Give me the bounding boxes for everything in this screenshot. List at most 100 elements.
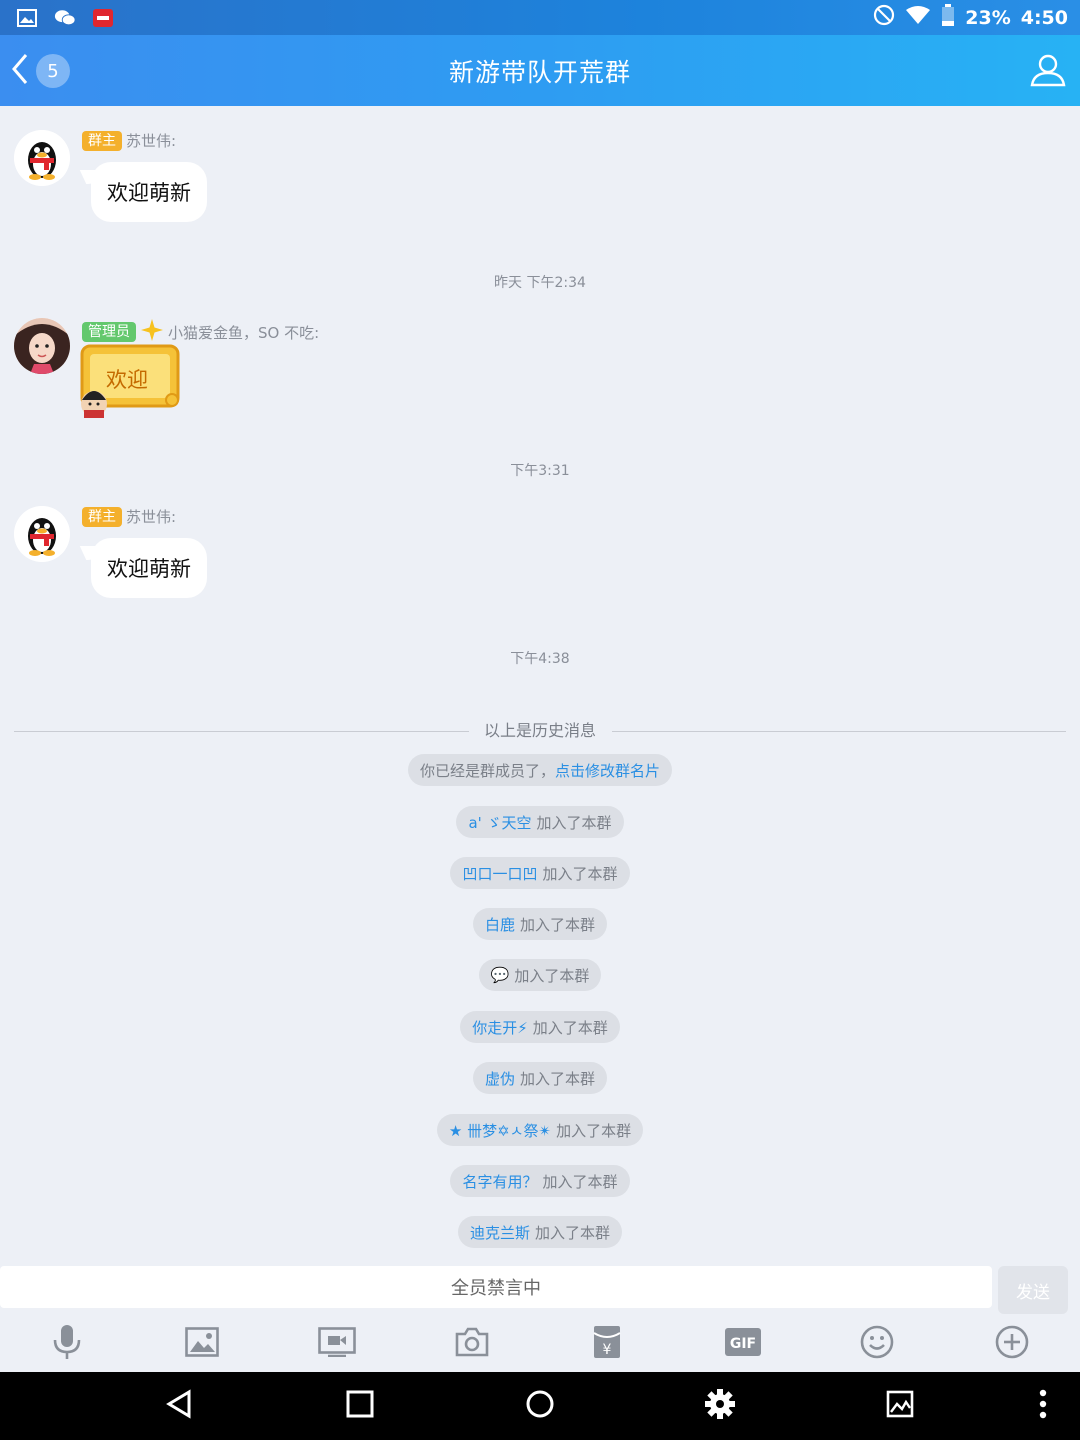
- join-notice-row: 白鹿 加入了本群: [0, 908, 1080, 940]
- status-bar: 23% 4:50: [0, 0, 1080, 35]
- chat-area[interactable]: 群主 苏世伟: 欢迎萌新 昨天 下午2:34 管理员 小猫爱金鱼，SO 不吃: …: [0, 106, 1080, 1266]
- more-tools-button[interactable]: [984, 1316, 1040, 1372]
- join-notice: 迪克兰斯 加入了本群: [457, 1216, 623, 1248]
- join-suffix: 加入了本群: [532, 1018, 608, 1037]
- join-notice: a' ゞ天空 加入了本群: [456, 806, 624, 838]
- join-notice: 💬 加入了本群: [478, 959, 602, 991]
- no-disturb-icon: [873, 4, 895, 31]
- video-call-button[interactable]: [309, 1316, 365, 1372]
- join-notice-row: 你走开⚡ 加入了本群: [0, 1011, 1080, 1043]
- system-notice: 你已经是群成员了， 点击修改群名片: [407, 754, 673, 786]
- join-notice-row: 名字有用？ 加入了本群: [0, 1165, 1080, 1197]
- microphone-icon: [51, 1324, 83, 1364]
- voice-button[interactable]: [39, 1316, 95, 1372]
- system-notice-text: 你已经是群成员了，: [419, 761, 555, 780]
- nav-home-button[interactable]: [516, 1382, 564, 1430]
- message-bubble[interactable]: 欢迎萌新: [91, 538, 207, 598]
- member-name[interactable]: 名字有用？: [462, 1171, 537, 1192]
- news-app-icon: [92, 8, 114, 28]
- recents-icon: [346, 1390, 374, 1422]
- join-notice: 虚伪 加入了本群: [472, 1062, 608, 1094]
- chevron-left-icon: [10, 53, 30, 89]
- message-input[interactable]: 全员禁言中: [0, 1266, 992, 1308]
- join-notice-row: 虚伪 加入了本群: [0, 1062, 1080, 1094]
- nav-gallery-button[interactable]: [876, 1382, 924, 1430]
- group-members-button[interactable]: [1028, 51, 1068, 91]
- video-call-icon: [318, 1327, 356, 1361]
- join-suffix: 加入了本群: [556, 1121, 632, 1140]
- more-icon: [1039, 1389, 1047, 1423]
- red-packet-icon: ¥: [593, 1325, 621, 1363]
- sender-name[interactable]: 苏世伟:: [126, 506, 176, 527]
- qq-penguin-avatar[interactable]: [14, 506, 70, 562]
- girl-photo-avatar[interactable]: [14, 318, 70, 374]
- member-name[interactable]: 虚伪: [485, 1068, 515, 1089]
- svg-text:GIF: GIF: [730, 1336, 756, 1352]
- send-button[interactable]: 发送: [998, 1266, 1068, 1314]
- input-bar: 全员禁言中 发送: [0, 1266, 1080, 1314]
- back-button[interactable]: 5: [10, 53, 70, 89]
- input-toolbar: ¥ GIF: [0, 1316, 1080, 1372]
- role-badge: 群主: [82, 130, 122, 151]
- camera-button[interactable]: [444, 1316, 500, 1372]
- system-notice-row: 你已经是群成员了， 点击修改群名片: [0, 754, 1080, 786]
- join-suffix: 加入了本群: [520, 915, 596, 934]
- join-notice: 白鹿 加入了本群: [472, 908, 608, 940]
- edit-group-card-link[interactable]: 点击修改群名片: [555, 760, 660, 781]
- member-name[interactable]: a' ゞ天空: [468, 812, 531, 833]
- gallery-icon: [886, 1390, 914, 1422]
- join-notice: ★ 卌梦✡ㅅ祭✴ 加入了本群: [436, 1114, 644, 1146]
- back-icon: [165, 1389, 195, 1423]
- join-notice-row: 迪克兰斯 加入了本群: [0, 1216, 1080, 1248]
- join-suffix: 加入了本群: [542, 864, 618, 883]
- history-divider: 以上是历史消息: [14, 721, 1066, 741]
- member-name[interactable]: 白鹿: [485, 914, 515, 935]
- gif-icon: GIF: [725, 1328, 761, 1360]
- nav-more-button[interactable]: [1019, 1382, 1067, 1430]
- image-button[interactable]: [174, 1316, 230, 1372]
- gif-button[interactable]: GIF: [715, 1316, 771, 1372]
- unread-count-badge: 5: [36, 54, 70, 88]
- plus-icon: [995, 1325, 1029, 1363]
- clock: 4:50: [1020, 6, 1068, 29]
- svg-text:¥: ¥: [603, 1342, 612, 1358]
- emoji-icon: [860, 1325, 894, 1363]
- member-name[interactable]: ★ 卌梦✡ㅅ祭✴: [449, 1120, 551, 1141]
- nav-recents-button[interactable]: [336, 1382, 384, 1430]
- join-notice: 你走开⚡ 加入了本群: [460, 1011, 620, 1043]
- member-name[interactable]: 凹口一口凹: [462, 863, 537, 884]
- member-name[interactable]: 你走开⚡: [472, 1017, 528, 1038]
- join-suffix: 加入了本群: [542, 1172, 618, 1191]
- qq-penguin-avatar[interactable]: [14, 130, 70, 186]
- input-placeholder: 全员禁言中: [451, 1278, 541, 1299]
- nav-settings-button[interactable]: [696, 1382, 744, 1430]
- home-icon: [525, 1389, 555, 1423]
- image-icon: [185, 1327, 219, 1361]
- camera-icon: [455, 1327, 489, 1361]
- emoji-button[interactable]: [849, 1316, 905, 1372]
- battery-icon: [941, 4, 955, 31]
- role-badge: 群主: [82, 506, 122, 527]
- member-name[interactable]: 迪克兰斯: [470, 1222, 530, 1243]
- message-bubble[interactable]: 欢迎萌新: [91, 162, 207, 222]
- join-notice-row: a' ゞ天空 加入了本群: [0, 806, 1080, 838]
- wechat-icon: [54, 8, 76, 28]
- sender-name[interactable]: 小猫爱金鱼，SO 不吃:: [168, 322, 319, 343]
- wifi-icon: [905, 5, 931, 30]
- sticker-text: 欢迎: [106, 368, 148, 392]
- join-notice: 名字有用？ 加入了本群: [450, 1165, 630, 1197]
- battery-percent: 23%: [965, 6, 1011, 29]
- red-packet-button[interactable]: ¥: [579, 1316, 635, 1372]
- gallery-icon: [16, 8, 38, 28]
- role-badge: 管理员: [82, 322, 136, 342]
- join-suffix: 加入了本群: [536, 813, 612, 832]
- join-suffix: 加入了本群: [535, 1223, 611, 1242]
- sender-name[interactable]: 苏世伟:: [126, 130, 176, 151]
- member-name[interactable]: 💬: [491, 966, 510, 984]
- group-members-icon: [1028, 54, 1068, 95]
- nav-back-button[interactable]: [156, 1382, 204, 1430]
- join-notice-row: 凹口一口凹 加入了本群: [0, 857, 1080, 889]
- welcome-sticker[interactable]: 欢迎: [76, 342, 184, 418]
- timestamp: 昨天 下午2:34: [494, 275, 586, 291]
- join-suffix: 加入了本群: [514, 966, 590, 985]
